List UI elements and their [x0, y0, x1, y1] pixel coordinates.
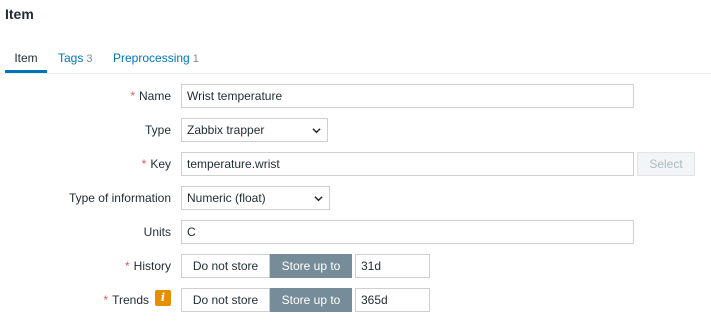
history-mode-toggle: Do not store Store up to — [181, 254, 352, 278]
type-select[interactable]: Zabbix trapper — [181, 118, 328, 142]
key-label: * Key — [141, 157, 171, 171]
info-icon[interactable]: i — [155, 290, 171, 306]
trends-label: * Trends — [103, 293, 149, 307]
type-of-information-value: Numeric (float) — [187, 191, 266, 205]
type-label: Type — [144, 123, 171, 137]
required-marker: * — [130, 89, 135, 103]
form-row-history: * History Do not store Store up to 31d — [0, 254, 711, 278]
tab-item[interactable]: Item — [5, 49, 47, 73]
form-row-type: Type Zabbix trapper — [0, 118, 711, 142]
type-select-value: Zabbix trapper — [187, 123, 265, 137]
form-row-units: Units C — [0, 220, 711, 244]
type-of-information-label: Type of information — [68, 191, 171, 205]
tab-tags[interactable]: Tags 3 — [58, 49, 92, 73]
tab-tags-label: Tags — [58, 51, 84, 65]
name-input[interactable]: Wrist temperature — [181, 84, 634, 108]
form-row-trends: * Trends i Do not store Store up to 365d — [0, 288, 711, 312]
trends-store-up-to-button[interactable]: Store up to — [270, 288, 352, 312]
units-label: Units — [143, 225, 171, 239]
chevron-down-icon — [314, 196, 323, 202]
tab-preprocessing-count: 1 — [192, 53, 199, 65]
type-of-information-select[interactable]: Numeric (float) — [181, 186, 330, 210]
trends-do-not-store-button[interactable]: Do not store — [181, 288, 270, 312]
key-input[interactable]: temperature.wrist — [181, 152, 634, 176]
units-input[interactable]: C — [181, 220, 634, 244]
trends-period-input[interactable]: 365d — [355, 288, 430, 312]
page-title: Item — [5, 6, 34, 22]
select-key-button[interactable]: Select — [637, 152, 695, 176]
trends-mode-toggle: Do not store Store up to — [181, 288, 352, 312]
tabs-divider — [0, 73, 711, 74]
form-row-name: * Name Wrist temperature — [0, 84, 711, 108]
required-marker: * — [141, 157, 147, 171]
chevron-down-icon — [312, 128, 321, 134]
history-do-not-store-button[interactable]: Do not store — [181, 254, 270, 278]
history-period-input[interactable]: 31d — [355, 254, 430, 278]
required-marker: * — [103, 293, 109, 307]
tab-item-label: Item — [14, 51, 38, 65]
history-store-up-to-button[interactable]: Store up to — [270, 254, 352, 278]
form-row-key: * Key temperature.wrist Select — [0, 152, 711, 176]
tab-preprocessing-label: Preprocessing — [113, 51, 190, 65]
name-label: * Name — [130, 89, 171, 103]
tab-tags-count: 3 — [86, 53, 93, 65]
required-marker: * — [124, 259, 130, 273]
form-row-type-of-information: Type of information Numeric (float) — [0, 186, 711, 210]
tab-preprocessing[interactable]: Preprocessing 1 — [113, 49, 199, 73]
history-label: * History — [124, 259, 171, 273]
